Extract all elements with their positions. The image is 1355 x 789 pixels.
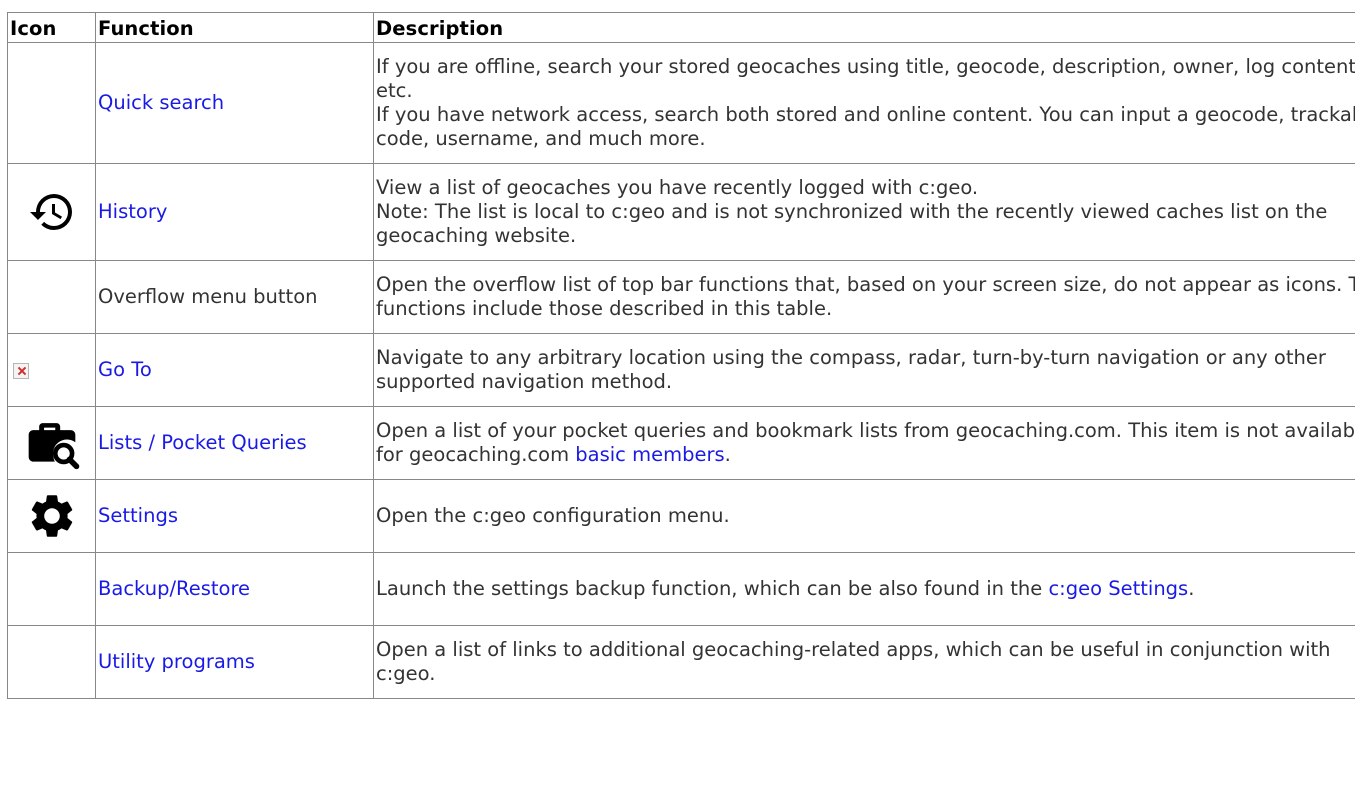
- function-cell: History: [95, 163, 374, 261]
- icon-cell-empty: [7, 260, 96, 334]
- description-text: Open a list of your pocket queries and b…: [376, 419, 1355, 466]
- icon-cell: [7, 479, 96, 553]
- table-row: Utility programs Open a list of links to…: [7, 625, 1355, 699]
- description-cell: Open a list of links to additional geoca…: [373, 625, 1355, 699]
- table-row: Overflow menu button Open the overflow l…: [7, 260, 1355, 334]
- description-text: View a list of geocaches you have recent…: [376, 176, 979, 199]
- functions-table: Icon Function Description Quick search I…: [7, 12, 1355, 699]
- table-header-row: Icon Function Description: [7, 12, 1355, 43]
- overflow-menu-label: Overflow menu button: [98, 285, 318, 308]
- function-cell: Backup/Restore: [95, 552, 374, 626]
- description-text: Open the c:geo configuration menu.: [376, 504, 730, 527]
- history-icon: [9, 188, 95, 236]
- description-cell: Open the overflow list of top bar functi…: [373, 260, 1355, 334]
- table-row: Quick search If you are offline, search …: [7, 42, 1355, 164]
- icon-cell: [7, 406, 96, 480]
- description-text: Open the overflow list of top bar functi…: [376, 273, 1355, 320]
- basic-members-link[interactable]: basic members: [575, 443, 724, 466]
- table-row: Lists / Pocket Queries Open a list of yo…: [7, 406, 1355, 480]
- function-cell: Lists / Pocket Queries: [95, 406, 374, 480]
- briefcase-search-icon: [9, 415, 95, 471]
- description-cell: Open a list of your pocket queries and b…: [373, 406, 1355, 480]
- function-cell: Quick search: [95, 42, 374, 164]
- header-icon: Icon: [7, 12, 96, 43]
- description-text: If you are offline, search your stored g…: [376, 55, 1355, 102]
- table-row: Go To Navigate to any arbitrary location…: [7, 333, 1355, 407]
- description-text: Navigate to any arbitrary location using…: [376, 346, 1326, 393]
- description-cell: Launch the settings backup function, whi…: [373, 552, 1355, 626]
- header-description: Description: [373, 12, 1355, 43]
- description-text: .: [724, 443, 731, 466]
- icon-cell-empty: [7, 42, 96, 164]
- function-cell: Go To: [95, 333, 374, 407]
- description-text: If you have network access, search both …: [376, 103, 1355, 150]
- description-cell: View a list of geocaches you have recent…: [373, 163, 1355, 261]
- description-text: Note: The list is local to c:geo and is …: [376, 200, 1328, 247]
- header-function: Function: [95, 12, 374, 43]
- description-text: Launch the settings backup function, whi…: [376, 577, 1049, 600]
- description-text: Open a list of links to additional geoca…: [376, 638, 1331, 685]
- utility-programs-link[interactable]: Utility programs: [98, 650, 255, 673]
- function-cell: Settings: [95, 479, 374, 553]
- cgeo-settings-link[interactable]: c:geo Settings: [1048, 577, 1188, 600]
- go-to-link[interactable]: Go To: [98, 358, 152, 381]
- settings-link[interactable]: Settings: [98, 504, 178, 527]
- description-cell: If you are offline, search your stored g…: [373, 42, 1355, 164]
- gear-icon: [9, 490, 95, 542]
- quick-search-link[interactable]: Quick search: [98, 91, 224, 114]
- backup-restore-link[interactable]: Backup/Restore: [98, 577, 250, 600]
- history-link[interactable]: History: [98, 200, 167, 223]
- description-cell: Open the c:geo configuration menu.: [373, 479, 1355, 553]
- icon-cell: [7, 163, 96, 261]
- icon-cell-empty: [7, 552, 96, 626]
- icon-cell: [7, 333, 96, 407]
- lists-pocket-queries-link[interactable]: Lists / Pocket Queries: [98, 431, 307, 454]
- table-row: Settings Open the c:geo configuration me…: [7, 479, 1355, 553]
- table-row: History View a list of geocaches you hav…: [7, 163, 1355, 261]
- function-cell: Overflow menu button: [95, 260, 374, 334]
- function-cell: Utility programs: [95, 625, 374, 699]
- description-text: .: [1188, 577, 1195, 600]
- description-cell: Navigate to any arbitrary location using…: [373, 333, 1355, 407]
- broken-image-icon: [12, 362, 29, 379]
- table-row: Backup/Restore Launch the settings backu…: [7, 552, 1355, 626]
- icon-cell-empty: [7, 625, 96, 699]
